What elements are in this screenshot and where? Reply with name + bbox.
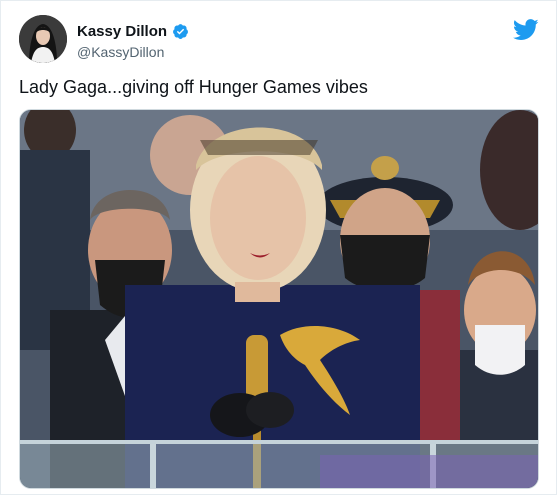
avatar-photo — [19, 15, 67, 63]
twitter-bird-icon[interactable] — [513, 19, 539, 41]
verified-badge-icon — [173, 24, 188, 39]
user-name[interactable]: Kassy Dillon — [77, 23, 167, 40]
avatar[interactable] — [19, 15, 67, 63]
tweet-card: Kassy Dillon @KassyDillon Lady Gaga...gi… — [0, 0, 557, 495]
user-handle[interactable]: @KassyDillon — [77, 44, 164, 60]
tweet-header: Kassy Dillon @KassyDillon — [19, 15, 539, 65]
photo-illustration — [20, 110, 538, 488]
tweet-photo[interactable] — [19, 109, 539, 489]
tweet-text: Lady Gaga...giving off Hunger Games vibe… — [19, 77, 368, 97]
